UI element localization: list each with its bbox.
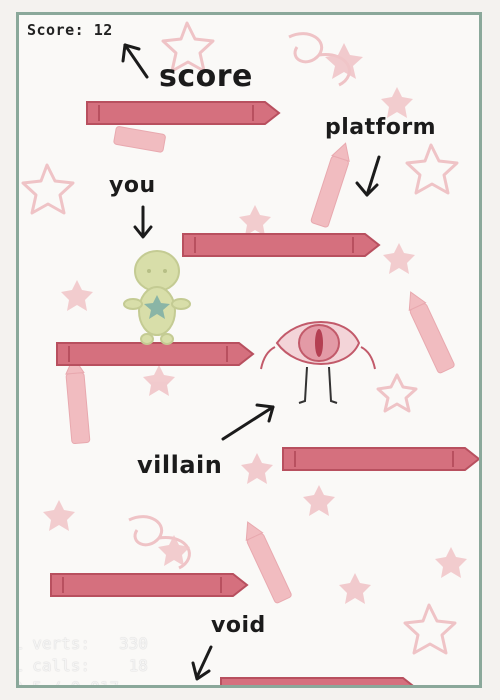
- arrow-platform: [355, 155, 381, 197]
- debug-fps: D.5 / 0.017: [16, 678, 119, 688]
- score-counter: Score: 12: [27, 21, 113, 39]
- debug-verts: L verts: 330: [16, 634, 148, 653]
- arrow-void: [191, 645, 213, 681]
- annotation-void: void: [211, 613, 266, 638]
- game-canvas: Score: 12 score platform you villain voi…: [16, 12, 482, 688]
- arrow-villain: [221, 403, 275, 441]
- debug-overlay: L verts: 330 L calls: 18 D.5 / 0.017: [16, 633, 148, 688]
- debug-calls: L calls: 18: [16, 656, 148, 675]
- annotation-villain: villain: [137, 451, 223, 479]
- arrow-score: [121, 43, 149, 79]
- arrow-you: [133, 205, 153, 239]
- annotation-platform: platform: [325, 115, 437, 140]
- annotation-you: you: [109, 173, 156, 198]
- annotation-score: score: [159, 59, 253, 94]
